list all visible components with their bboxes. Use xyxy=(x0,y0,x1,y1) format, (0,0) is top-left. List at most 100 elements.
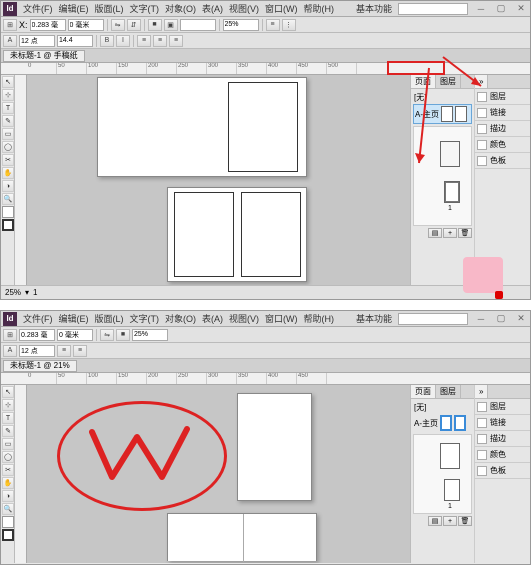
workspace-label[interactable]: 基本功能 xyxy=(356,2,392,15)
maximize-icon[interactable]: ▢ xyxy=(494,313,508,325)
font-size[interactable] xyxy=(19,35,55,47)
master-a-row[interactable]: A-主页 xyxy=(413,414,472,432)
search-input[interactable] xyxy=(398,3,468,15)
collapsed-tab[interactable]: » xyxy=(475,75,488,88)
document-tab[interactable]: 未标题-1 @ 21% xyxy=(3,360,77,372)
new-page-icon[interactable]: + xyxy=(443,516,457,526)
swatches-collapsed[interactable]: 色板 xyxy=(475,153,530,169)
page-thumb-master[interactable] xyxy=(440,141,460,167)
direct-select-tool[interactable]: ⊹ xyxy=(2,399,14,411)
close-icon[interactable]: ✕ xyxy=(514,313,528,325)
close-icon[interactable]: ✕ xyxy=(514,3,528,15)
pages-tab[interactable]: 页面 xyxy=(411,385,436,398)
new-page-button[interactable]: ▤ xyxy=(428,516,442,526)
char-icon[interactable]: A xyxy=(3,35,17,47)
text-frame[interactable] xyxy=(228,82,298,172)
ellipse-tool[interactable]: ◯ xyxy=(2,451,14,463)
stroke-swatch[interactable] xyxy=(2,219,14,231)
layers-tab[interactable]: 图层 xyxy=(436,75,461,88)
menu-help[interactable]: 帮助(H) xyxy=(304,312,335,325)
stroke-collapsed[interactable]: 描边 xyxy=(475,431,530,447)
color-collapsed[interactable]: 颜色 xyxy=(475,447,530,463)
fill-swatch[interactable] xyxy=(2,516,14,528)
menu-file[interactable]: 文件(F) xyxy=(23,2,53,15)
anchor-icon[interactable]: ⊞ xyxy=(3,19,17,31)
leading[interactable] xyxy=(57,35,93,47)
pen-tool[interactable]: ✎ xyxy=(2,115,14,127)
swatches-collapsed[interactable]: 色板 xyxy=(475,463,530,479)
scissors-tool[interactable]: ✂ xyxy=(2,464,14,476)
type-tool[interactable]: T xyxy=(2,412,14,424)
zoom-input[interactable] xyxy=(132,329,168,341)
canvas[interactable] xyxy=(27,385,410,563)
menu-table[interactable]: 表(A) xyxy=(202,312,223,325)
align-left-icon[interactable]: ≡ xyxy=(57,345,71,357)
menu-table[interactable]: 表(A) xyxy=(202,2,223,15)
align-icon[interactable]: ≡ xyxy=(266,19,280,31)
minimize-icon[interactable]: ─ xyxy=(474,3,488,15)
rectangle-tool[interactable]: ▭ xyxy=(2,438,14,450)
color-collapsed[interactable]: 颜色 xyxy=(475,137,530,153)
rectangle-tool[interactable]: ▭ xyxy=(2,128,14,140)
italic-icon[interactable]: I xyxy=(116,35,130,47)
selection-tool[interactable]: ↖ xyxy=(2,386,14,398)
search-input[interactable] xyxy=(398,313,468,325)
x-input[interactable] xyxy=(19,329,55,341)
text-frame[interactable] xyxy=(241,192,301,277)
bold-icon[interactable]: B xyxy=(100,35,114,47)
menu-file[interactable]: 文件(F) xyxy=(23,312,53,325)
workspace-label[interactable]: 基本功能 xyxy=(356,312,392,325)
gradient-tool[interactable]: ◑ xyxy=(2,490,14,502)
hand-tool[interactable]: ✋ xyxy=(2,167,14,179)
menu-view[interactable]: 视图(V) xyxy=(229,2,259,15)
align-center-icon[interactable]: ≡ xyxy=(153,35,167,47)
stroke-swatch[interactable] xyxy=(2,529,14,541)
canvas[interactable] xyxy=(27,75,410,285)
menu-edit[interactable]: 编辑(E) xyxy=(59,312,89,325)
layers-collapsed[interactable]: 图层 xyxy=(475,399,530,415)
collapsed-tab[interactable]: » xyxy=(475,385,488,398)
anchor-icon[interactable]: ⊞ xyxy=(3,329,17,341)
menu-object[interactable]: 对象(O) xyxy=(165,312,196,325)
flip-h-icon[interactable]: ⇋ xyxy=(100,329,114,341)
fill-icon[interactable]: ■ xyxy=(116,329,130,341)
gradient-tool[interactable]: ◑ xyxy=(2,180,14,192)
status-page[interactable]: 1 xyxy=(33,288,37,297)
menu-edit[interactable]: 编辑(E) xyxy=(59,2,89,15)
menu-window[interactable]: 窗口(W) xyxy=(265,312,298,325)
x-input[interactable] xyxy=(30,19,66,31)
menu-type[interactable]: 文字(T) xyxy=(130,312,160,325)
distribute-icon[interactable]: ⋮ xyxy=(282,19,296,31)
flip-h-icon[interactable]: ⇋ xyxy=(111,19,125,31)
layers-tab[interactable]: 图层 xyxy=(436,385,461,398)
type-tool[interactable]: T xyxy=(2,102,14,114)
stroke-collapsed[interactable]: 描边 xyxy=(475,121,530,137)
menu-type[interactable]: 文字(T) xyxy=(130,2,160,15)
document-tab[interactable]: 未标题-1 @ 手稿纸 xyxy=(3,50,85,62)
font-size[interactable] xyxy=(19,345,55,357)
menu-object[interactable]: 对象(O) xyxy=(165,2,196,15)
links-collapsed[interactable]: 链接 xyxy=(475,105,530,121)
menu-window[interactable]: 窗口(W) xyxy=(265,2,298,15)
hand-tool[interactable]: ✋ xyxy=(2,477,14,489)
flip-v-icon[interactable]: ⇵ xyxy=(127,19,141,31)
align-center-icon[interactable]: ≡ xyxy=(73,345,87,357)
text-frame[interactable] xyxy=(174,192,234,277)
fill-icon[interactable]: ■ xyxy=(148,19,162,31)
new-page-icon[interactable]: + xyxy=(443,228,457,238)
char-icon[interactable]: A xyxy=(3,345,17,357)
stroke-icon[interactable]: ▣ xyxy=(164,19,178,31)
zoom-tool[interactable]: 🔍 xyxy=(2,503,14,515)
master-none-row[interactable]: [无] xyxy=(413,401,472,414)
zoom-input[interactable] xyxy=(223,19,259,31)
delete-page-button[interactable]: 🗑 xyxy=(458,516,472,526)
menu-view[interactable]: 视图(V) xyxy=(229,312,259,325)
y-input[interactable] xyxy=(57,329,93,341)
layers-collapsed[interactable]: 图层 xyxy=(475,89,530,105)
align-left-icon[interactable]: ≡ xyxy=(137,35,151,47)
pages-tab[interactable]: 页面 xyxy=(411,75,436,88)
new-page-button[interactable]: ▤ xyxy=(428,228,442,238)
master-thumb-r[interactable] xyxy=(454,415,466,431)
selection-tool[interactable]: ↖ xyxy=(2,76,14,88)
scissors-tool[interactable]: ✂ xyxy=(2,154,14,166)
